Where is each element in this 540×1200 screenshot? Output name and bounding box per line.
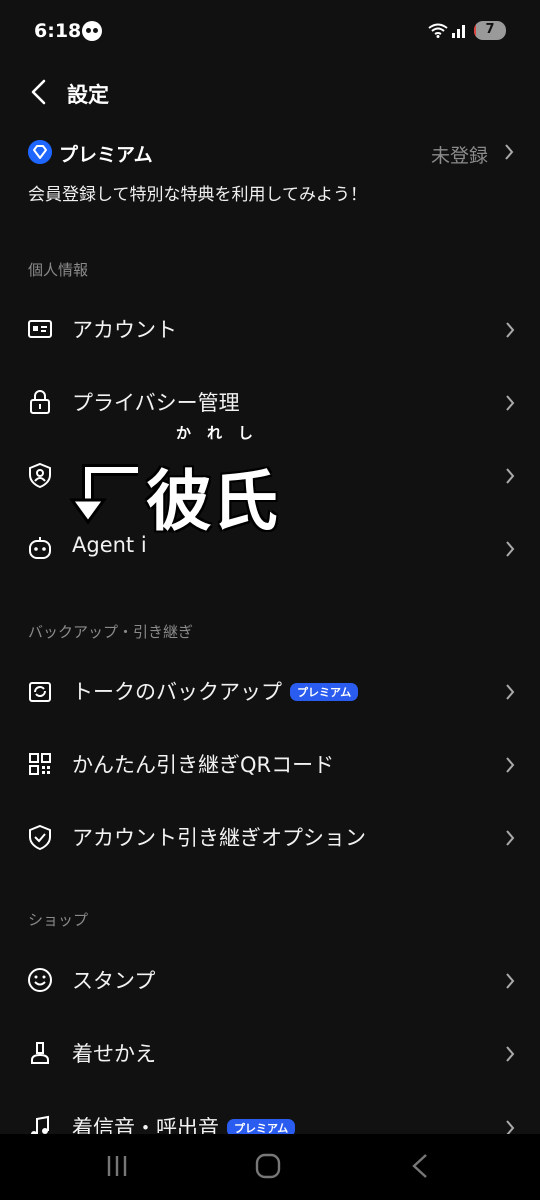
header: 設定 [0,62,540,122]
qr-code-icon [29,753,51,775]
page-title: 設定 [67,83,109,107]
chevron-right-icon [506,757,515,773]
nav-back-icon[interactable] [408,1153,434,1179]
settings-row-hidden[interactable] [0,440,540,510]
row-label: アカウント引き継ぎオプション [72,826,366,850]
settings-row-privacy[interactable]: プライバシー管理 [0,367,540,437]
back-arrow-icon[interactable] [26,78,54,106]
system-nav-bar [0,1134,540,1200]
chevron-right-icon [506,1046,515,1062]
chevron-right-icon [506,395,515,411]
home-icon[interactable] [255,1153,281,1179]
smiley-icon [28,968,52,992]
battery-icon: 7 [474,21,506,40]
settings-row-account[interactable]: アカウント [0,294,540,364]
recent-apps-icon[interactable] [104,1153,130,1179]
lock-icon [30,390,50,414]
backup-icon [29,682,51,702]
section-title-shop: ショップ [28,911,89,929]
shield-user-icon [29,462,51,488]
premium-logo-icon [28,140,52,164]
row-label: Agent i [72,533,147,557]
settings-row-talk-backup[interactable]: トークのバックアップ プレミアム [0,656,540,726]
premium-brand: プレミアム [59,144,153,166]
brush-icon [31,1042,49,1064]
premium-description: 会員登録して特別な特典を利用してみよう！ [28,185,367,205]
chevron-right-icon [506,973,515,989]
settings-row-qr-transfer[interactable]: かんたん引き継ぎQRコード [0,729,540,799]
premium-status: 未登録 [430,145,488,167]
chevron-right-icon [506,830,515,846]
chevron-right-icon [506,684,515,700]
chevron-right-icon [506,322,515,338]
settings-row-agent[interactable]: Agent i [0,513,540,583]
premium-banner[interactable]: プレミアム 未登録 会員登録して特別な特典を利用してみよう！ [0,130,540,220]
row-label-text: トークのバックアップ [72,680,282,704]
row-label: かんたん引き継ぎQRコード [72,753,335,777]
row-label: アカウント [72,318,177,342]
premium-badge: プレミアム [290,683,359,701]
row-label: トークのバックアップ プレミアム [72,676,359,706]
settings-row-transfer-options[interactable]: アカウント引き継ぎオプション [0,802,540,872]
row-label: スタンプ [72,969,156,993]
settings-row-stickers[interactable]: スタンプ [0,945,540,1015]
notification-face-icon [82,21,102,41]
signal-icon [452,25,465,38]
section-title-personal: 個人情報 [28,261,89,279]
chevron-right-icon [506,468,515,484]
chevron-right-icon [505,144,514,160]
row-label: 着せかえ [72,1042,156,1066]
id-card-icon [28,320,52,338]
status-bar: 6:18 7 [0,0,540,62]
status-time: 6:18 [34,20,82,42]
section-title-backup: バックアップ・引き継ぎ [28,623,194,641]
chevron-right-icon [506,541,515,557]
row-label: プライバシー管理 [72,391,240,415]
battery-level: 7 [485,22,495,37]
wifi-icon [428,23,448,38]
settings-row-themes[interactable]: 着せかえ [0,1018,540,1088]
shield-check-icon [29,824,51,850]
robot-icon [29,537,51,559]
